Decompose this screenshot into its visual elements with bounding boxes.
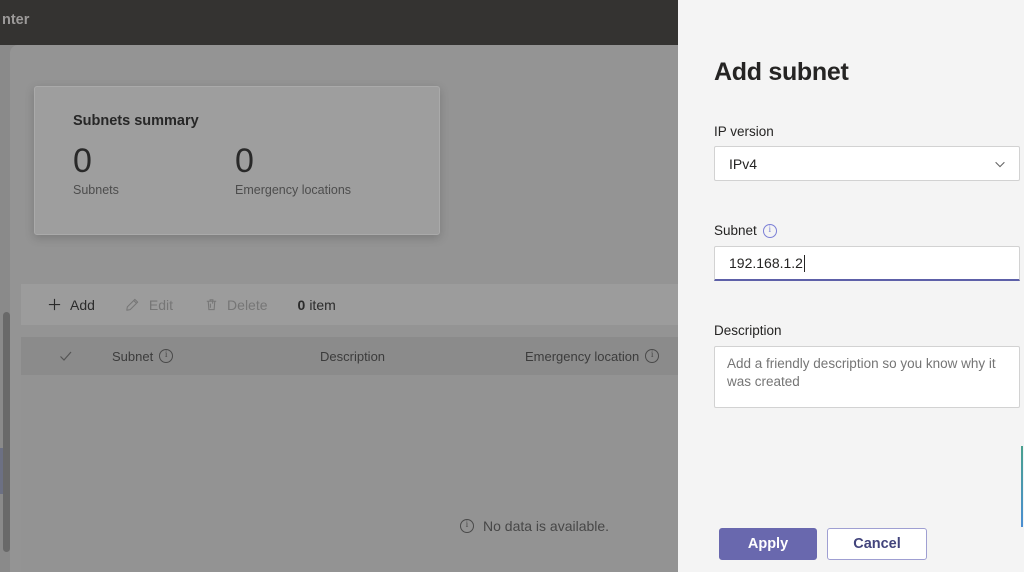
stat-emergency-locations-value: 0 (235, 143, 351, 180)
subnet-info-icon[interactable] (763, 224, 777, 238)
summary-card-title: Subnets summary (73, 113, 199, 129)
app-topbar: nter (0, 0, 678, 45)
edit-button[interactable]: Edit (125, 297, 173, 313)
stat-emergency-locations: 0 Emergency locations (235, 143, 351, 197)
stat-subnets-value: 0 (73, 143, 119, 180)
stat-subnets-label: Subnets (73, 183, 119, 197)
description-textarea[interactable] (714, 346, 1020, 408)
item-count-value: 0 (298, 297, 306, 313)
chevron-down-icon (993, 157, 1007, 171)
subnet-input-value: 192.168.1.2 (729, 255, 803, 271)
column-header-description[interactable]: Description (320, 349, 385, 364)
stat-emergency-locations-label: Emergency locations (235, 183, 351, 197)
item-count-unit: item (309, 297, 335, 313)
pencil-icon (125, 297, 141, 313)
add-subnet-flyout: Add subnet IP version IPv4 Subnet 192.16… (678, 0, 1024, 572)
apply-button[interactable]: Apply (719, 528, 817, 560)
stat-subnets: 0 Subnets (73, 143, 119, 197)
flyout-title: Add subnet (714, 58, 849, 87)
text-caret (804, 255, 805, 272)
screen: nter Subnets summary 0 Subnets 0 Emergen… (0, 0, 1024, 572)
subnet-input[interactable]: 192.168.1.2 (714, 246, 1020, 281)
flyout-scrollbar-accent[interactable] (1021, 446, 1023, 527)
trash-icon (203, 297, 219, 313)
table-body: No data is available. (21, 375, 678, 572)
table-command-bar: Add Edit Delete 0item (21, 284, 678, 325)
item-count: 0item (298, 297, 336, 313)
emergency-location-column-info-icon[interactable] (645, 349, 659, 363)
page-scrollbar-thumb[interactable] (3, 312, 10, 552)
add-button-label: Add (70, 297, 95, 313)
subnet-label: Subnet (714, 223, 777, 238)
nav-selection-accent (0, 448, 3, 494)
ip-version-value: IPv4 (729, 156, 993, 172)
plus-icon (46, 297, 62, 313)
app-title-fragment: nter (2, 12, 29, 28)
table-header-row: Subnet Description Emergency location (21, 337, 678, 375)
column-header-subnet[interactable]: Subnet (112, 349, 173, 364)
select-all-checkmark-icon[interactable] (58, 348, 74, 364)
edit-button-label: Edit (149, 297, 173, 313)
add-button[interactable]: Add (46, 297, 95, 313)
delete-button[interactable]: Delete (203, 297, 267, 313)
ip-version-select[interactable]: IPv4 (714, 146, 1020, 181)
column-header-emergency-location[interactable]: Emergency location (525, 349, 659, 364)
cancel-button[interactable]: Cancel (827, 528, 927, 560)
flyout-actions: Apply Cancel (719, 528, 927, 560)
empty-table-message: No data is available. (460, 518, 609, 534)
delete-button-label: Delete (227, 297, 267, 313)
ip-version-label: IP version (714, 124, 774, 139)
subnet-column-info-icon[interactable] (159, 349, 173, 363)
subnets-summary-card: Subnets summary 0 Subnets 0 Emergency lo… (34, 86, 440, 235)
description-label: Description (714, 323, 782, 338)
info-icon (460, 519, 474, 533)
